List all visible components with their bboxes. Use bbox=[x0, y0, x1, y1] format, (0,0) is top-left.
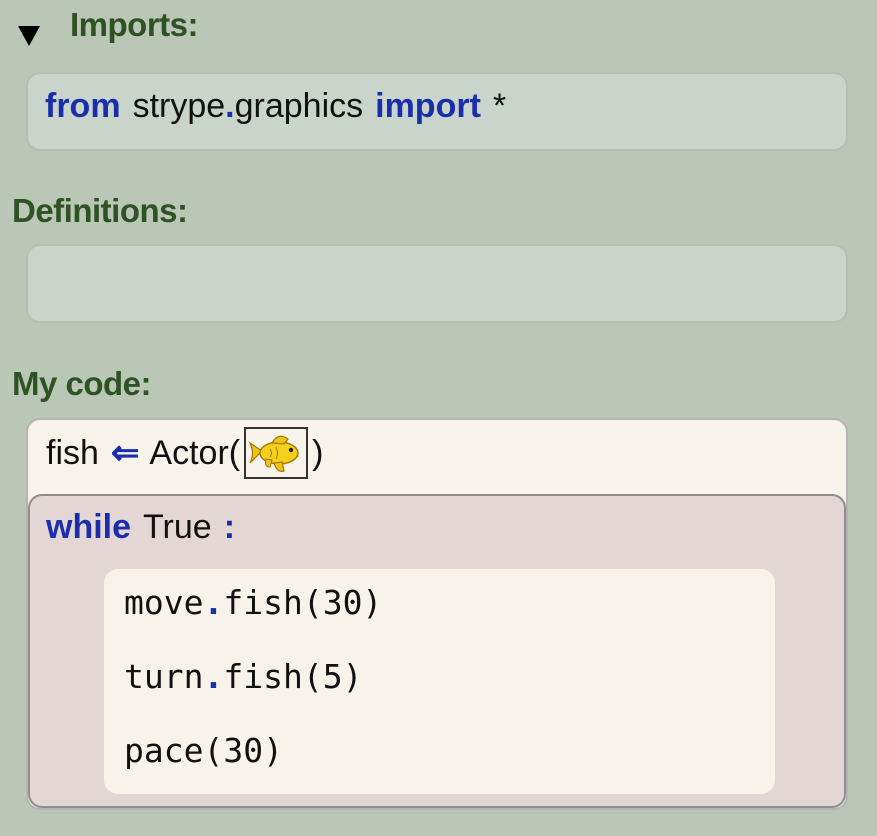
call-method: fish(30) bbox=[223, 582, 383, 622]
while-header[interactable]: while True : bbox=[46, 504, 235, 550]
call-method: fish(5) bbox=[223, 656, 363, 696]
import-star: * bbox=[492, 86, 507, 125]
goldfish-image-literal[interactable] bbox=[244, 427, 309, 479]
import-keyword: import bbox=[375, 86, 481, 125]
from-keyword: from bbox=[45, 86, 121, 125]
definitions-heading: Definitions: bbox=[12, 192, 188, 229]
actor-call-close: ) bbox=[312, 433, 324, 472]
assign-arrow: ⇐ bbox=[110, 434, 140, 472]
imports-heading: Imports: bbox=[70, 6, 199, 43]
goldfish-icon bbox=[248, 435, 299, 472]
actor-call: Actor( bbox=[149, 433, 241, 472]
module-dot: . bbox=[225, 86, 235, 125]
function-call-statement[interactable]: pace(30) bbox=[124, 728, 283, 772]
module-name-part: strype bbox=[132, 86, 226, 125]
method-call-statement[interactable]: move . fish(30) bbox=[124, 580, 382, 624]
main-code-heading: My code: bbox=[12, 365, 152, 402]
call-dot: . bbox=[203, 582, 224, 622]
call-object: pace(30) bbox=[124, 730, 283, 770]
variable-name: fish bbox=[46, 433, 99, 472]
collapse-triangle-icon[interactable] bbox=[16, 18, 42, 48]
call-object: turn bbox=[124, 656, 204, 696]
while-condition: True bbox=[143, 507, 212, 546]
while-colon: : bbox=[223, 507, 236, 546]
definitions-frame-container[interactable] bbox=[26, 244, 848, 323]
import-statement[interactable]: from strype . graphics import * bbox=[45, 84, 506, 128]
method-call-statement[interactable]: turn . fish(5) bbox=[124, 654, 362, 698]
strype-editor: Imports: from strype . graphics import *… bbox=[0, 0, 877, 836]
call-object: move bbox=[124, 582, 204, 622]
call-dot: . bbox=[203, 656, 224, 696]
assignment-statement[interactable]: fish ⇐ Actor( ) bbox=[46, 426, 323, 480]
while-keyword: while bbox=[46, 507, 132, 546]
module-name-part: graphics bbox=[234, 86, 364, 125]
